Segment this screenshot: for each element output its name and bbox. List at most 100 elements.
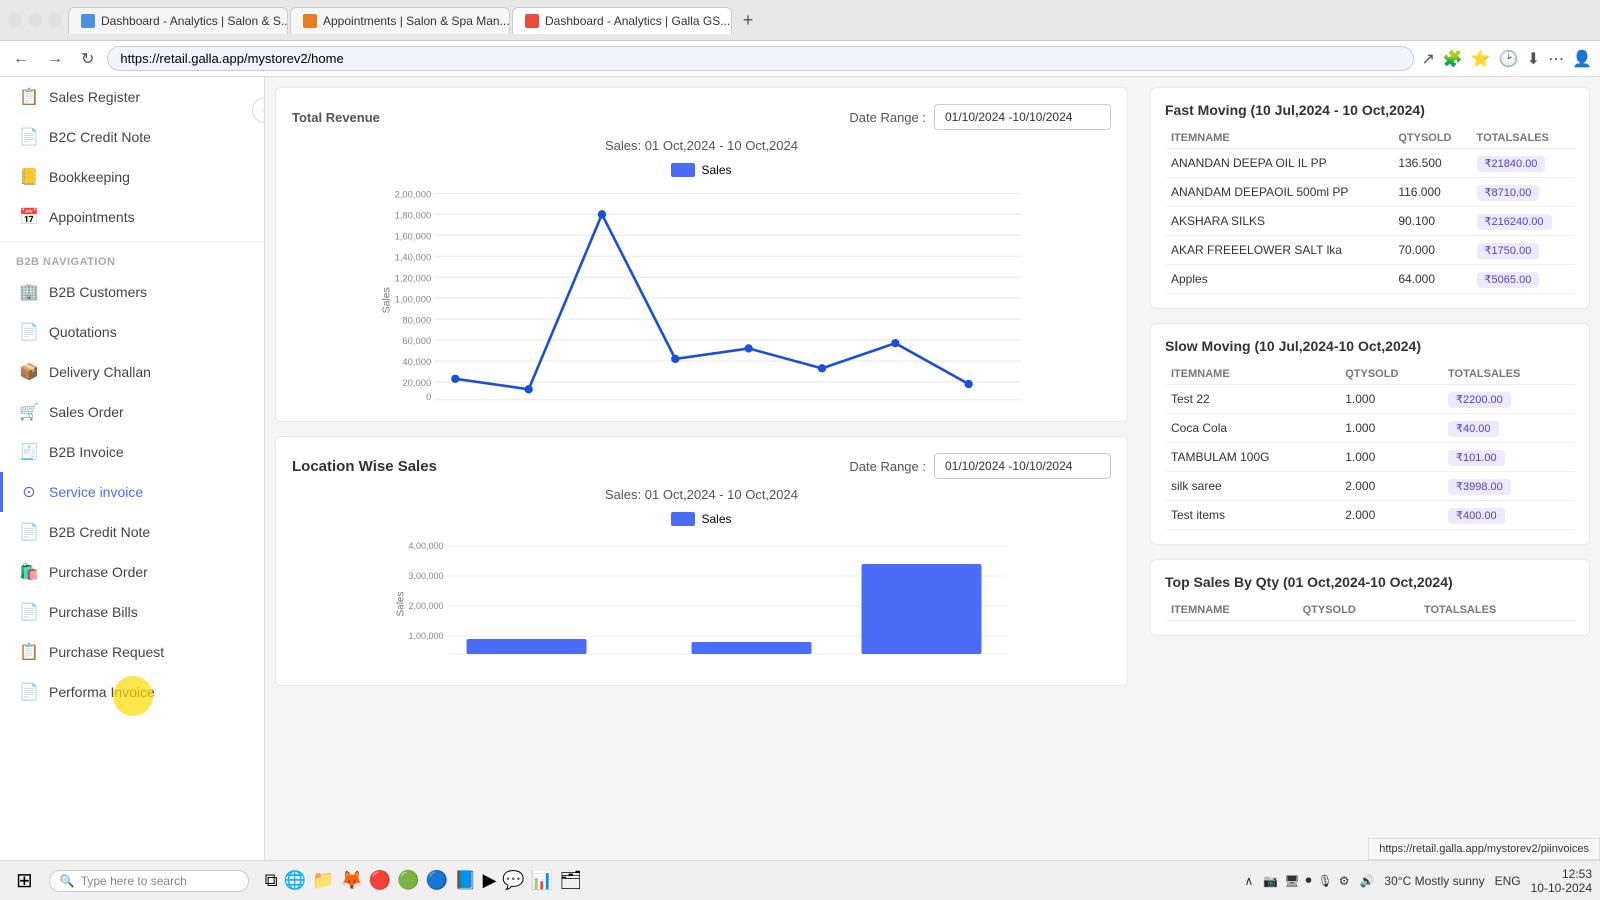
b2b-customers-icon: 🏢 xyxy=(19,282,39,302)
start-button[interactable]: ⊞ xyxy=(8,864,41,897)
tab-label-2: Appointments | Salon & Spa Man... xyxy=(323,14,510,28)
reload-button[interactable]: ↻ xyxy=(76,47,99,71)
sidebar-item-purchase-bills[interactable]: 📄 Purchase Bills xyxy=(0,592,264,632)
taskbar-icon-5[interactable]: 🟢 xyxy=(397,870,419,891)
fast-moving-table: ITEMNAME QTYSOLD TOTALSALES ANANDAN DEEP… xyxy=(1165,128,1575,294)
taskbar-icon-8[interactable]: ▶ xyxy=(483,870,497,891)
tray-icon-record: ⏺ xyxy=(1305,873,1311,888)
sidebar-item-purchase-order[interactable]: 🛍️ Purchase Order xyxy=(0,552,264,592)
tab-1[interactable]: Dashboard - Analytics | Salon & S... ✕ xyxy=(68,7,288,34)
sidebar-item-sales-register[interactable]: 📋 Sales Register xyxy=(0,77,264,117)
qty-sold: 70.000 xyxy=(1392,236,1470,265)
taskbar-search[interactable]: 🔍 Type here to search xyxy=(49,870,249,892)
table-row: Test 22 1.000 ₹2200.00 xyxy=(1165,385,1575,414)
table-row: ANANDAN DEEPA OIL IL PP 136.500 ₹21840.0… xyxy=(1165,149,1575,178)
svg-text:1,20,000: 1,20,000 xyxy=(395,272,432,283)
taskbar: ⊞ 🔍 Type here to search ⧉ 🌐 📁 🦊 🔴 🟢 🔵 📘 … xyxy=(0,860,1600,900)
item-name: Coca Cola xyxy=(1165,414,1339,443)
taskbar-icon-9[interactable]: 💬 xyxy=(502,870,524,891)
top-chart-date-input[interactable] xyxy=(934,104,1111,130)
table-row: Test items 2.000 ₹400.00 xyxy=(1165,501,1575,530)
sidebar-item-performa-invoice[interactable]: 📄 Performa Invoice xyxy=(0,672,264,712)
fast-moving-title: Fast Moving (10 Jul,2024 - 10 Oct,2024) xyxy=(1165,102,1575,118)
table-row: TAMBULAM 100G 1.000 ₹101.00 xyxy=(1165,443,1575,472)
item-name: ANANDAN DEEPA OIL IL PP xyxy=(1165,149,1392,178)
table-row: AKAR FREEELOWER SALT lka 70.000 ₹1750.00 xyxy=(1165,236,1575,265)
back-button[interactable]: ← xyxy=(8,48,34,70)
date-range-container: Date Range : xyxy=(849,104,1111,130)
slow-moving-header-row: ITEMNAME QTYSOLD TOTALSALES xyxy=(1165,364,1575,385)
bookmark-icon[interactable]: ⭐ xyxy=(1471,49,1491,69)
svg-text:20,000: 20,000 xyxy=(402,377,431,388)
tab-3[interactable]: Dashboard - Analytics | Galla GS... ✕ xyxy=(512,7,732,34)
taskbar-icon-4[interactable]: 🔴 xyxy=(369,870,391,891)
location-chart-date-input[interactable] xyxy=(934,453,1111,479)
qty-sold: 90.100 xyxy=(1392,207,1470,236)
maximize-button[interactable] xyxy=(28,13,42,27)
fast-moving-col-qty: QTYSOLD xyxy=(1392,128,1470,149)
taskbar-icon-1[interactable]: 🌐 xyxy=(284,870,306,891)
history-icon[interactable]: 🕑 xyxy=(1499,49,1519,69)
sales-register-icon: 📋 xyxy=(19,87,39,107)
sidebar-item-sales-order[interactable]: 🛒 Sales Order xyxy=(0,392,264,432)
close-button[interactable] xyxy=(48,13,62,27)
taskbar-icon-10[interactable]: 📊 xyxy=(531,870,553,891)
sidebar-item-purchase-request[interactable]: 📋 Purchase Request xyxy=(0,632,264,672)
tab-label-1: Dashboard - Analytics | Salon & S... xyxy=(101,14,288,28)
location-chart-title: Location Wise Sales xyxy=(292,458,437,475)
slow-moving-table: ITEMNAME QTYSOLD TOTALSALES Test 22 1.00… xyxy=(1165,364,1575,530)
new-tab-button[interactable]: + xyxy=(734,6,762,34)
taskbar-up-arrow[interactable]: ∧ xyxy=(1244,874,1253,888)
tray-icon-settings: ⚙ xyxy=(1339,874,1350,888)
minimize-button[interactable] xyxy=(8,13,22,27)
total-sales: ₹216240.00 xyxy=(1471,207,1575,236)
sidebar-item-b2b-invoice[interactable]: 🧾 B2B Invoice xyxy=(0,432,264,472)
settings-icon[interactable]: ⋯ xyxy=(1548,49,1564,69)
sidebar-item-b2b-credit-note[interactable]: 📄 B2B Credit Note xyxy=(0,512,264,552)
language-display: ENG xyxy=(1495,874,1521,888)
sidebar-item-bookkeeping[interactable]: 📒 Bookkeeping xyxy=(0,157,264,197)
fast-moving-col-sales: TOTALSALES xyxy=(1471,128,1575,149)
address-input[interactable] xyxy=(107,46,1413,71)
task-view-icon[interactable]: ⧉ xyxy=(265,870,278,891)
location-chart-svg: 4,00,000 3,00,000 2,00,000 1,00,000 Sale… xyxy=(292,534,1111,664)
sales-order-icon: 🛒 xyxy=(19,402,39,422)
sidebar-item-service-invoice[interactable]: ⊙ Service invoice xyxy=(0,472,264,512)
taskbar-icon-3[interactable]: 🦊 xyxy=(340,870,362,891)
forward-button[interactable]: → xyxy=(42,48,68,70)
taskbar-icon-11[interactable]: 🗂 xyxy=(559,870,582,891)
sidebar-item-delivery-challan[interactable]: 📦 Delivery Challan xyxy=(0,352,264,392)
top-chart-title: Sales: 01 Oct,2024 - 10 Oct,2024 xyxy=(292,138,1111,153)
sidebar-item-quotations[interactable]: 📄 Quotations xyxy=(0,312,264,352)
downloads-icon[interactable]: ⬇ xyxy=(1527,49,1540,69)
qty-sold: 64.000 xyxy=(1392,265,1470,294)
tray-icon-screen: 🖥 xyxy=(1284,874,1299,888)
location-chart-area: 4,00,000 3,00,000 2,00,000 1,00,000 Sale… xyxy=(292,534,1111,669)
sidebar-divider-1 xyxy=(0,241,264,242)
sidebar-label-service-invoice: Service invoice xyxy=(49,484,143,500)
date-range-label: Date Range : xyxy=(849,110,926,125)
extension-icon[interactable]: 🧩 xyxy=(1443,49,1463,69)
taskbar-icon-7[interactable]: 📘 xyxy=(454,870,476,891)
share-icon[interactable]: ↗ xyxy=(1422,49,1435,69)
volume-icon[interactable]: 🔊 xyxy=(1359,874,1374,888)
sidebar-item-b2b-customers[interactable]: 🏢 B2B Customers xyxy=(0,272,264,312)
sidebar-item-appointments[interactable]: 📅 Appointments xyxy=(0,197,264,237)
tab-label-3: Dashboard - Analytics | Galla GS... xyxy=(545,14,730,28)
total-sales: ₹8710.00 xyxy=(1471,178,1575,207)
sidebar-item-b2c-credit-note[interactable]: 📄 B2C Credit Note xyxy=(0,117,264,157)
taskbar-icon-6[interactable]: 🔵 xyxy=(426,870,448,891)
slow-moving-col-qty: QTYSOLD xyxy=(1339,364,1442,385)
qty-sold: 2.000 xyxy=(1339,501,1442,530)
slow-moving-col-item: ITEMNAME xyxy=(1165,364,1339,385)
profile-icon[interactable]: 👤 xyxy=(1572,49,1592,69)
top-sales-col-qty: QTYSOLD xyxy=(1297,600,1418,621)
weather-display: 30°C Mostly sunny xyxy=(1384,874,1484,888)
taskbar-icon-2[interactable]: 📁 xyxy=(312,870,334,891)
slow-moving-title: Slow Moving (10 Jul,2024-10 Oct,2024) xyxy=(1165,338,1575,354)
top-sales-col-sales: TOTALSALES xyxy=(1418,600,1575,621)
total-sales: ₹1750.00 xyxy=(1471,236,1575,265)
tab-2[interactable]: Appointments | Salon & Spa Man... ✕ xyxy=(290,7,510,34)
item-name: silk saree xyxy=(1165,472,1339,501)
appointments-icon: 📅 xyxy=(19,207,39,227)
